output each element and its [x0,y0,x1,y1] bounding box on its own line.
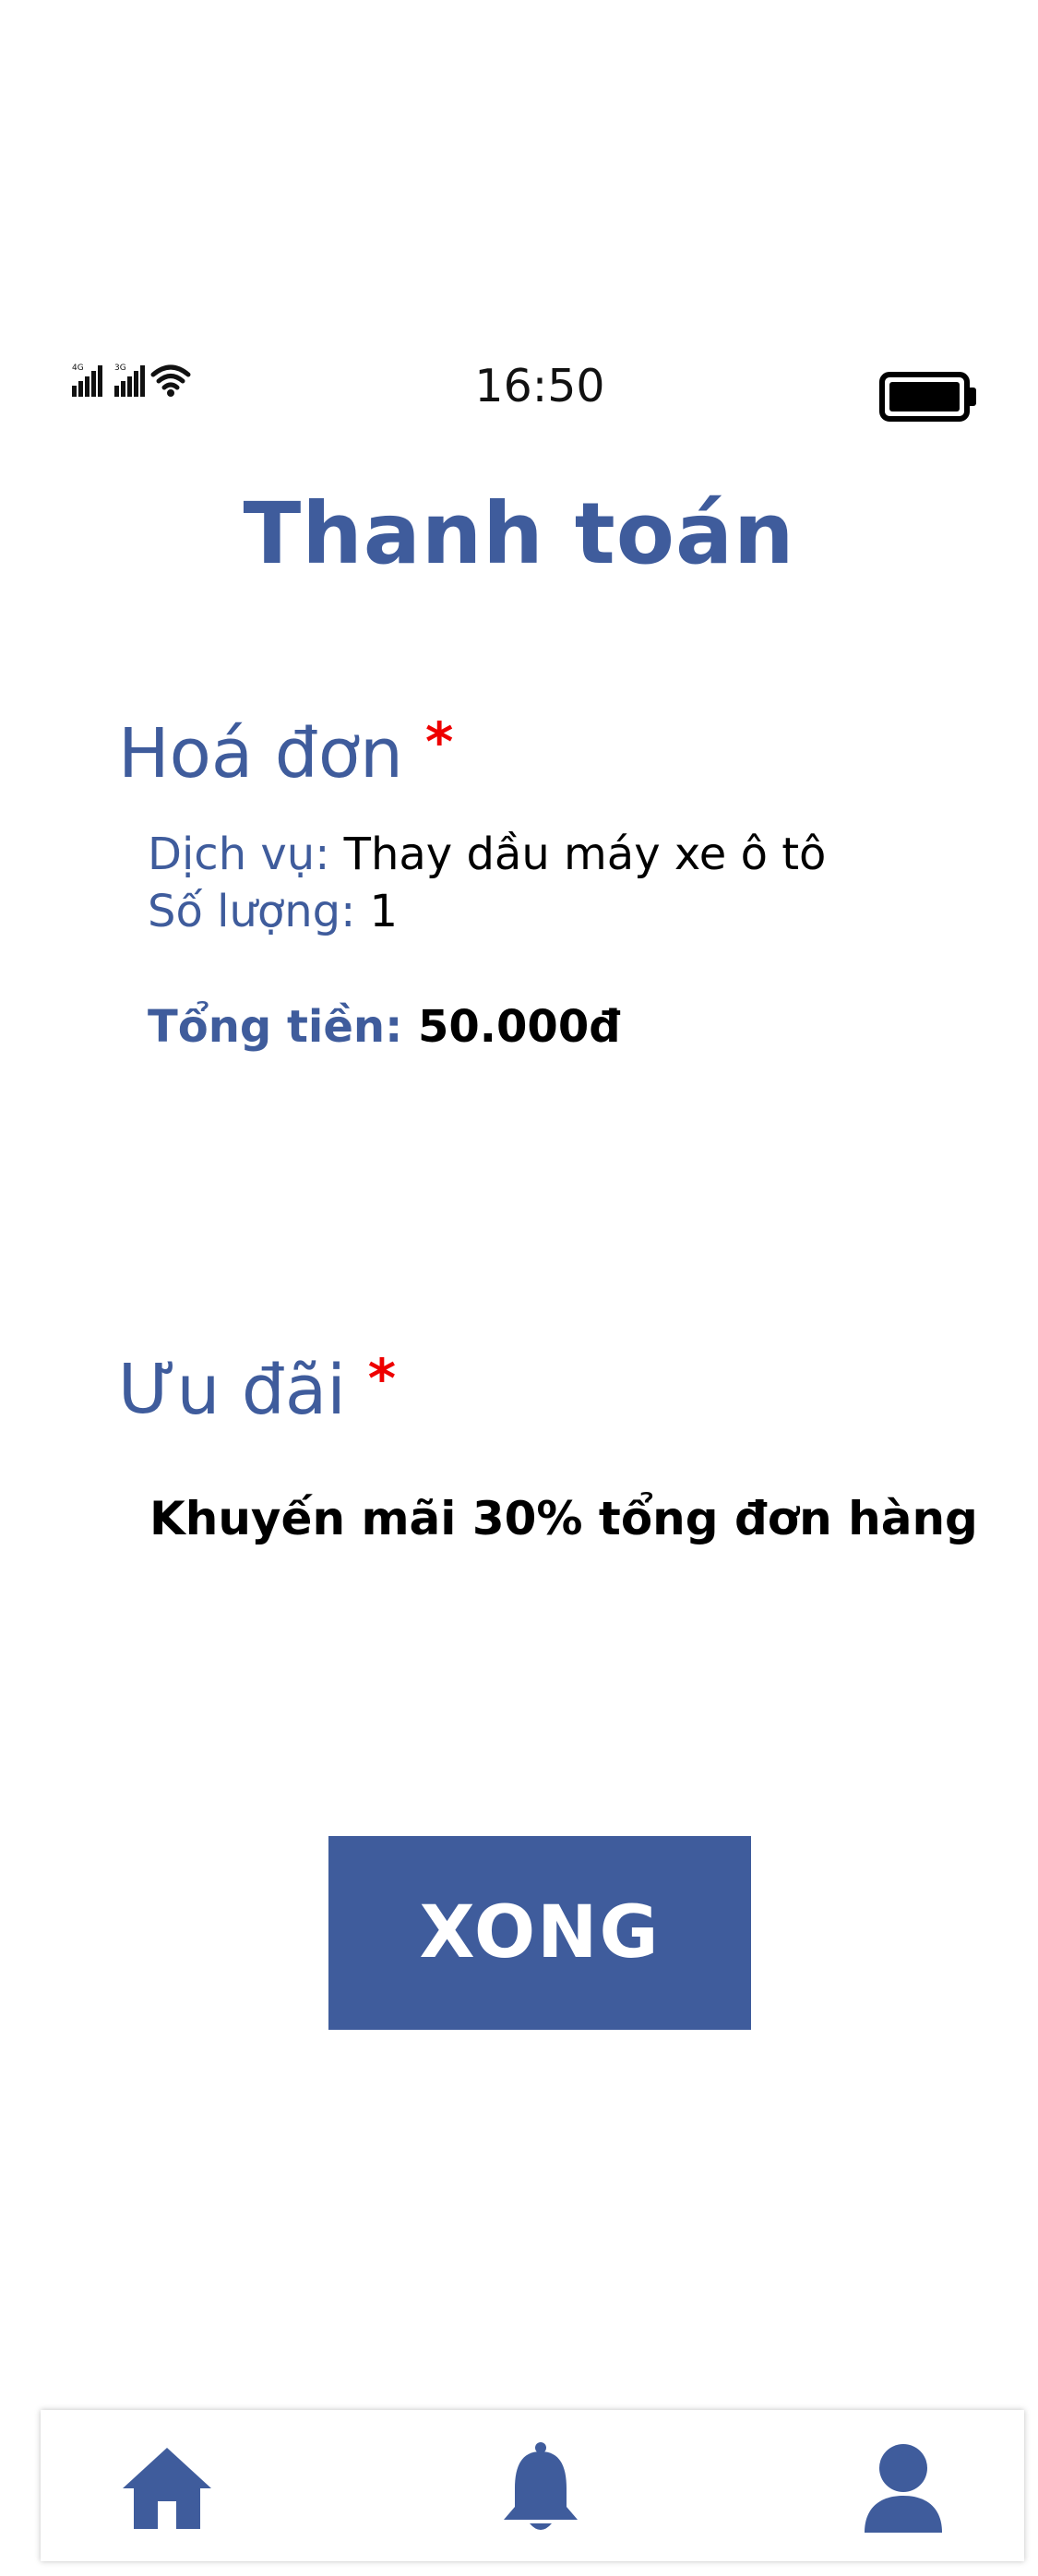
battery-icon [878,367,980,426]
total-label: Tổng tiền: [148,1001,403,1053]
status-signal-group: 4G 3G [70,362,199,399]
signal-label-3g: 3G [114,364,126,373]
total-value: 50.000đ [418,1001,621,1053]
nav-profile-button[interactable] [853,2438,954,2539]
user-icon [865,2444,942,2533]
nav-notifications-button[interactable] [490,2438,591,2539]
total-line: Tổng tiền: 50.000đ [148,1001,621,1053]
bell-icon [504,2442,578,2530]
quantity-line: Số lượng: 1 [148,886,398,937]
page-title: Thanh toán [243,484,795,583]
signal-bars-icon: 4G 3G [72,364,191,397]
bottom-nav [41,2410,1024,2561]
service-value: Thay dầu máy xe ô tô [343,829,827,880]
wifi-icon [150,364,191,397]
offer-text[interactable]: Khuyến mãi 30% tổng đơn hàng [149,1492,978,1545]
signal-label-4g: 4G [72,364,84,373]
offer-title-text: Ưu đãi [118,1351,346,1430]
offer-section-title: Ưu đãi * [118,1347,396,1430]
done-button[interactable]: XONG [328,1836,751,2030]
invoice-section-title: Hoá đơn * [118,710,453,793]
required-mark: * [367,1347,397,1410]
nav-home-button[interactable] [116,2438,218,2539]
quantity-value: 1 [369,886,399,937]
home-icon [123,2448,211,2529]
service-label: Dịch vụ: [148,829,330,880]
invoice-title-text: Hoá đơn [118,714,403,793]
required-mark: * [424,710,454,773]
quantity-label: Số lượng: [148,886,356,937]
status-time: 16:50 [474,360,605,412]
service-line: Dịch vụ: Thay dầu máy xe ô tô [148,829,826,880]
